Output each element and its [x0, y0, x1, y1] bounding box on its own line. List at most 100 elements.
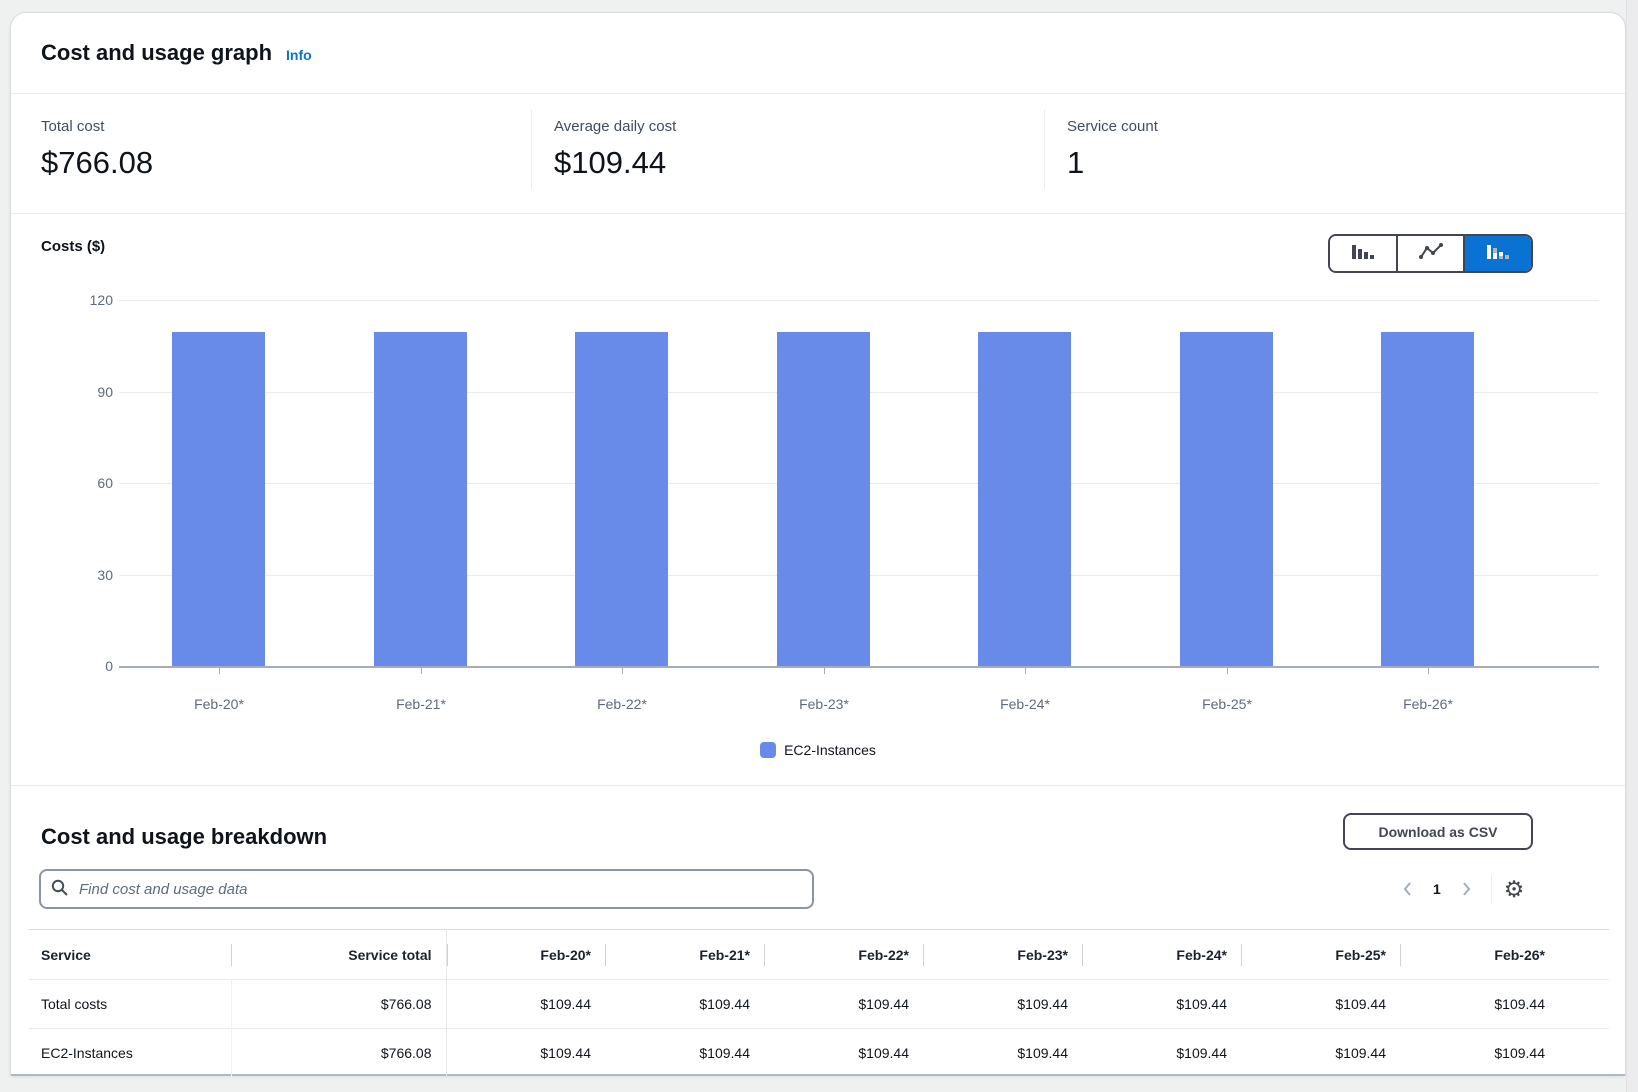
stat-label: Average daily cost	[554, 118, 676, 136]
chart-bar[interactable]	[374, 332, 467, 666]
stats-divider	[531, 110, 532, 190]
x-axis-label: Feb-22*	[597, 696, 647, 712]
y-axis-label: 90	[47, 384, 113, 400]
cell-daily-cost: $109.44	[764, 1029, 923, 1078]
cell-daily-cost: $109.44	[446, 1029, 605, 1078]
cell-service-total: $766.08	[231, 980, 446, 1029]
column-header: Feb-22*	[764, 930, 923, 980]
y-axis-label: 0	[47, 658, 113, 674]
pagination: 1 ⚙	[1391, 869, 1533, 909]
cell-daily-cost: $109.44	[764, 980, 923, 1029]
stat-total-cost: Total cost $766.08	[41, 94, 153, 181]
cell-daily-cost: $109.44	[1082, 980, 1241, 1029]
info-link[interactable]: Info	[286, 47, 312, 63]
y-axis-label: 60	[47, 475, 113, 491]
chart-y-axis-title: Costs ($)	[41, 238, 105, 255]
stat-label: Service count	[1067, 118, 1158, 136]
x-axis-tick	[1227, 668, 1228, 674]
chart-section: Costs ($)	[11, 214, 1625, 786]
x-axis-tick	[421, 668, 422, 674]
chevron-right-icon	[1459, 881, 1473, 897]
chart-bar[interactable]	[1381, 332, 1474, 666]
cell-service: EC2-Instances	[29, 1029, 231, 1078]
gear-icon: ⚙	[1504, 876, 1525, 902]
column-header: Feb-26*	[1400, 930, 1559, 980]
previous-page-button[interactable]	[1391, 874, 1425, 904]
cell-daily-cost: $109.44	[446, 980, 605, 1029]
x-axis-label: Feb-26*	[1403, 696, 1453, 712]
cell-daily-cost: $109.44	[1400, 1029, 1559, 1078]
cell-service-total: $766.08	[231, 1029, 446, 1078]
bar-chart-icon	[1350, 242, 1376, 265]
line-chart-toggle[interactable]	[1396, 236, 1464, 271]
chart-bar[interactable]	[777, 332, 870, 666]
breakdown-title: Cost and usage breakdown	[41, 824, 327, 850]
cost-table: ServiceService totalFeb-20*Feb-21*Feb-22…	[29, 929, 1609, 1078]
chart-bar[interactable]	[978, 332, 1071, 666]
y-gridline	[119, 300, 1599, 301]
column-header: Feb-25*	[1241, 930, 1400, 980]
breakdown-section: Cost and usage breakdown Download as CSV…	[11, 786, 1625, 1077]
chart-bar[interactable]	[575, 332, 668, 666]
x-axis-tick	[1428, 668, 1429, 674]
cell-daily-cost: $109.44	[1241, 980, 1400, 1029]
column-header: Service	[29, 930, 231, 980]
column-header: Feb-24*	[1082, 930, 1241, 980]
column-header: Feb-21*	[605, 930, 764, 980]
search-icon	[51, 879, 69, 902]
x-axis-tick	[1025, 668, 1026, 674]
table-row: EC2-Instances$766.08$109.44$109.44$109.4…	[29, 1029, 1609, 1078]
x-axis-tick	[622, 668, 623, 674]
cell-daily-cost: $109.44	[605, 980, 764, 1029]
scrollbar-track[interactable]	[1626, 0, 1638, 1092]
table-settings-button[interactable]: ⚙	[1500, 874, 1529, 904]
x-axis-tick	[824, 668, 825, 674]
card-header: Cost and usage graph Info	[11, 13, 1625, 94]
cell-daily-cost: $109.44	[1082, 1029, 1241, 1078]
table-header-row: ServiceService totalFeb-20*Feb-21*Feb-22…	[29, 930, 1609, 980]
x-axis-label: Feb-21*	[396, 696, 446, 712]
chevron-left-icon	[1401, 881, 1415, 897]
cell-service: Total costs	[29, 980, 231, 1029]
stat-value: 1	[1067, 145, 1158, 181]
stat-value: $766.08	[41, 145, 153, 181]
next-page-button[interactable]	[1449, 874, 1483, 904]
cell-daily-cost: $109.44	[1400, 980, 1559, 1029]
legend-swatch	[760, 742, 776, 758]
x-axis-line	[119, 666, 1599, 668]
stat-average-daily-cost: Average daily cost $109.44	[554, 94, 676, 181]
chart-bar[interactable]	[172, 332, 265, 666]
page-title: Cost and usage graph	[41, 40, 272, 66]
stat-value: $109.44	[554, 145, 676, 181]
download-csv-button[interactable]: Download as CSV	[1343, 813, 1533, 850]
search-box	[39, 869, 814, 909]
x-axis-label: Feb-25*	[1202, 696, 1252, 712]
stacked-bar-chart-icon	[1485, 242, 1511, 265]
stat-label: Total cost	[41, 118, 153, 136]
column-header: Feb-23*	[923, 930, 1082, 980]
cost-usage-card: Cost and usage graph Info Total cost $76…	[10, 12, 1626, 1076]
y-axis-label: 120	[47, 292, 113, 308]
x-axis-label: Feb-23*	[799, 696, 849, 712]
stacked-bar-chart-toggle[interactable]	[1463, 236, 1531, 271]
x-axis-label: Feb-24*	[1000, 696, 1050, 712]
cell-daily-cost: $109.44	[605, 1029, 764, 1078]
legend-label: EC2-Instances	[784, 742, 876, 758]
cell-daily-cost: $109.44	[1241, 1029, 1400, 1078]
stats-divider	[1044, 110, 1045, 190]
column-header: Service total	[231, 930, 446, 980]
chart-type-toggle-group	[1328, 234, 1533, 273]
cell-daily-cost: $109.44	[923, 980, 1082, 1029]
y-axis-label: 30	[47, 567, 113, 583]
cell-spacer	[1559, 1029, 1609, 1078]
column-header: Feb-20*	[446, 930, 605, 980]
chart-bar[interactable]	[1180, 332, 1273, 666]
stat-service-count: Service count 1	[1067, 94, 1158, 181]
bar-chart-toggle[interactable]	[1330, 236, 1396, 271]
chart-legend-item[interactable]: EC2-Instances	[11, 742, 1625, 758]
search-input[interactable]	[39, 869, 814, 909]
cell-spacer	[1559, 980, 1609, 1029]
current-page-number[interactable]: 1	[1425, 881, 1449, 897]
pagination-divider	[1491, 874, 1492, 904]
stats-row: Total cost $766.08 Average daily cost $1…	[11, 94, 1625, 214]
